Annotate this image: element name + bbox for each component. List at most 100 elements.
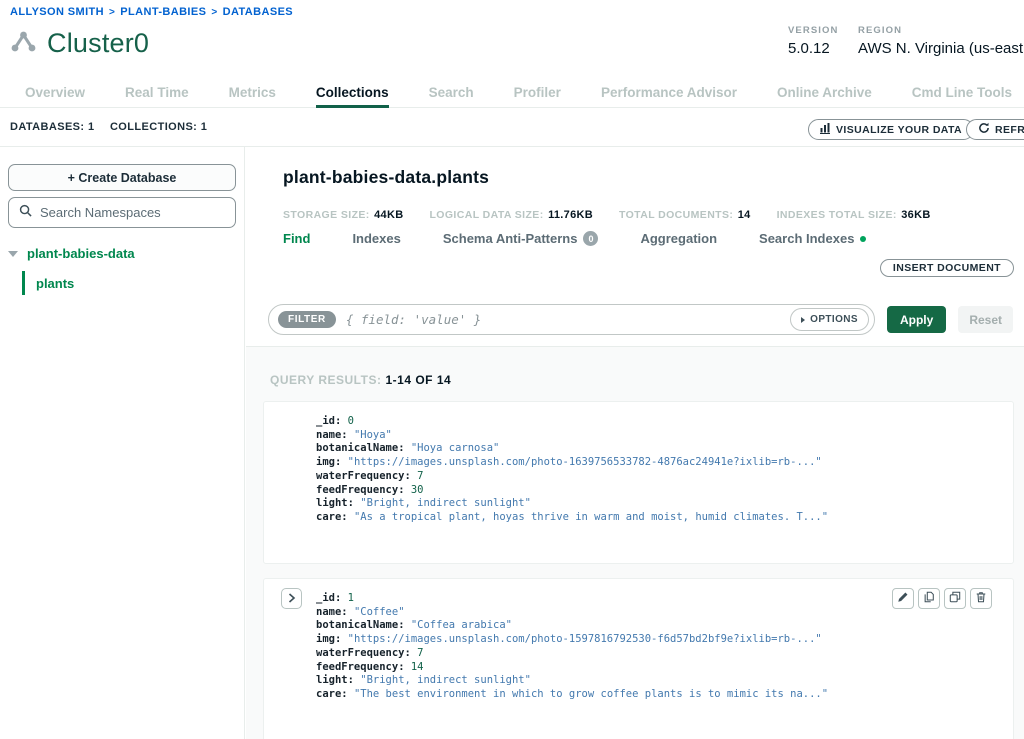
collection-subtabs: Find Indexes Schema Anti-Patterns0 Aggre… [283, 231, 866, 246]
field-value: "Hoya" [354, 429, 392, 441]
query-results-zone: QUERY RESULTS:1-14 OF 14 _id0 name"Hoya"… [246, 346, 1024, 739]
apply-button[interactable]: Apply [887, 306, 946, 333]
cluster-tabs: Overview Real Time Metrics Collections S… [0, 81, 1024, 108]
field-value: "https://images.unsplash.com/photo-16397… [348, 456, 822, 468]
field-key: botanicalName [316, 619, 411, 631]
chevron-down-icon[interactable] [8, 244, 18, 262]
version-label: VERSION [788, 25, 838, 36]
copy-document-button[interactable] [918, 588, 940, 609]
tab-overview[interactable]: Overview [25, 81, 85, 107]
breadcrumb-databases[interactable]: DATABASES [223, 6, 293, 18]
field-value: 7 [417, 647, 423, 659]
indexes-total-size-label: INDEXES TOTAL SIZE: [777, 209, 897, 221]
reset-button[interactable]: Reset [958, 306, 1013, 333]
refresh-icon [978, 122, 990, 137]
sidebar-item-database[interactable]: plant-babies-data [8, 244, 135, 262]
create-database-button[interactable]: + Create Database [8, 164, 236, 191]
document-field: name"Hoya" [316, 429, 1003, 443]
collections-count-label: COLLECTIONS: [110, 121, 197, 133]
tab-cmd-line-tools[interactable]: Cmd Line Tools [912, 81, 1012, 107]
sidebar-item-collection[interactable]: plants [22, 271, 74, 295]
subtab-indexes-label: Indexes [352, 231, 400, 246]
refresh-button[interactable]: REFRESH [966, 119, 1024, 140]
options-button[interactable]: OPTIONS [790, 308, 869, 331]
expand-document-button[interactable] [281, 588, 302, 609]
insert-document-button[interactable]: INSERT DOCUMENT [880, 259, 1014, 277]
field-key: light [316, 497, 360, 509]
page-title: Cluster0 [47, 28, 149, 59]
field-key: feedFrequency [316, 661, 411, 673]
field-key: _id [316, 415, 348, 427]
storage-size-value: 44KB [374, 209, 403, 221]
logical-data-size-value: 11.76KB [548, 209, 593, 221]
caret-right-icon [801, 317, 805, 323]
subtab-indexes[interactable]: Indexes [352, 231, 400, 246]
edit-document-button[interactable] [892, 588, 914, 609]
namespace-counts: DATABASES: 1 COLLECTIONS: 1 [10, 121, 219, 133]
document-card[interactable]: _id1 name"Coffee" botanicalName"Coffea a… [263, 578, 1014, 739]
field-value: "https://images.unsplash.com/photo-15978… [348, 633, 822, 645]
breadcrumb-user[interactable]: ALLYSON SMITH [10, 6, 104, 18]
status-dot-icon [860, 236, 866, 242]
options-label: OPTIONS [810, 314, 858, 325]
visualize-your-data-button[interactable]: VISUALIZE YOUR DATA [808, 119, 974, 140]
refresh-label: REFRESH [995, 124, 1024, 136]
clone-document-button[interactable] [944, 588, 966, 609]
filter-input-shell[interactable]: FILTER OPTIONS [268, 304, 875, 335]
document-field: waterFrequency7 [316, 470, 1003, 484]
atlas-cluster-page: ALLYSON SMITH > PLANT-BABIES > DATABASES Clu… [0, 0, 1024, 739]
document-card[interactable]: _id0 name"Hoya" botanicalName"Hoya carno… [263, 401, 1014, 564]
total-documents-value: 14 [738, 209, 751, 221]
total-documents-label: TOTAL DOCUMENTS: [619, 209, 733, 221]
trash-icon [975, 590, 987, 608]
subtab-schema-anti-patterns[interactable]: Schema Anti-Patterns0 [443, 231, 599, 246]
field-value: 1 [348, 592, 354, 604]
subtab-aggregation[interactable]: Aggregation [640, 231, 717, 246]
subtab-find[interactable]: Find [283, 231, 310, 246]
region-label: REGION [858, 25, 1023, 36]
document-field: botanicalName"Hoya carnosa" [316, 442, 1003, 456]
field-value: "Bright, indirect sunlight" [360, 674, 531, 686]
tab-performance-advisor[interactable]: Performance Advisor [601, 81, 737, 107]
field-key: _id [316, 592, 348, 604]
field-key: name [316, 429, 354, 441]
collections-count-value: 1 [201, 121, 208, 133]
field-key: botanicalName [316, 442, 411, 454]
delete-document-button[interactable] [970, 588, 992, 609]
pencil-icon [897, 590, 909, 608]
tab-online-archive[interactable]: Online Archive [777, 81, 872, 107]
database-name-label: plant-babies-data [27, 246, 135, 261]
breadcrumb: ALLYSON SMITH > PLANT-BABIES > DATABASES [10, 6, 293, 18]
field-key: name [316, 606, 354, 618]
field-value: 0 [348, 415, 354, 427]
tab-profiler[interactable]: Profiler [514, 81, 561, 107]
query-results-count: 1-14 OF 14 [385, 373, 451, 387]
filter-query-input[interactable] [346, 312, 780, 327]
search-namespaces-input[interactable] [40, 205, 225, 220]
tab-collections[interactable]: Collections [316, 81, 389, 108]
breadcrumb-separator: > [109, 7, 115, 18]
document-actions [892, 588, 992, 609]
field-key: waterFrequency [316, 470, 417, 482]
subtab-search-indexes[interactable]: Search Indexes [759, 231, 866, 246]
databases-count-value: 1 [88, 121, 95, 133]
document-json: _id0 name"Hoya" botanicalName"Hoya carno… [264, 402, 1013, 525]
cluster-icon [10, 30, 37, 58]
document-field: feedFrequency14 [316, 661, 1003, 675]
filter-pill-label: FILTER [278, 311, 336, 328]
version-block: VERSION 5.0.12 [788, 25, 838, 57]
version-value: 5.0.12 [788, 40, 838, 57]
logical-data-size-label: LOGICAL DATA SIZE: [429, 209, 543, 221]
field-value: "Coffea arabica" [411, 619, 512, 631]
search-icon [19, 204, 32, 222]
breadcrumb-project[interactable]: PLANT-BABIES [120, 6, 206, 18]
tab-real-time[interactable]: Real Time [125, 81, 189, 107]
field-key: waterFrequency [316, 647, 417, 659]
document-field: _id0 [316, 415, 1003, 429]
bar-chart-icon [820, 122, 831, 137]
namespace-search[interactable] [8, 197, 236, 228]
tab-metrics[interactable]: Metrics [229, 81, 276, 107]
tab-search[interactable]: Search [429, 81, 474, 107]
copy-document-icon [923, 590, 935, 608]
breadcrumb-separator: > [211, 7, 217, 18]
